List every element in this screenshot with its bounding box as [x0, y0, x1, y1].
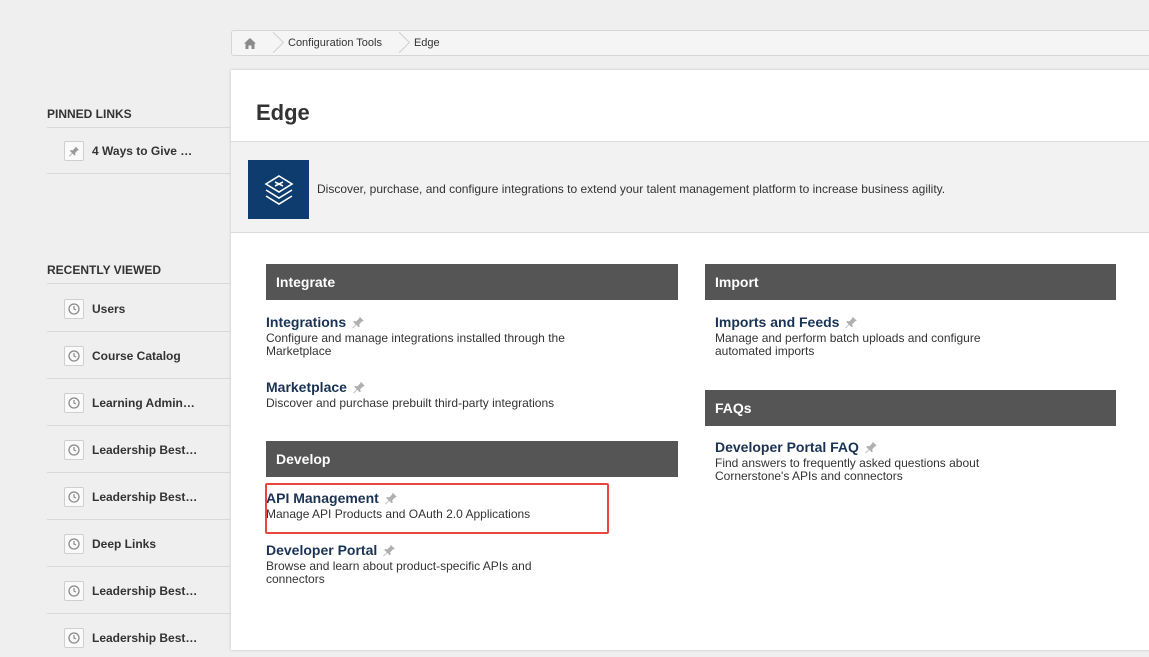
- recent-item-label: Leadership Best…: [92, 630, 198, 645]
- recent-item-users[interactable]: Users: [47, 286, 230, 332]
- section-header-integrate: Integrate: [266, 264, 678, 300]
- clock-icon: [64, 392, 84, 413]
- recent-item-deep-links[interactable]: Deep Links: [47, 521, 230, 567]
- breadcrumb-edge: Edge: [413, 37, 440, 49]
- recent-item-leadership-best[interactable]: Leadership Best…: [47, 474, 230, 520]
- link-block-developer-portal: Developer Portal Browse and learn about …: [266, 542, 678, 586]
- developer-portal-faq-link[interactable]: Developer Portal FAQ: [715, 439, 1115, 455]
- pin-icon[interactable]: [843, 315, 859, 329]
- recent-item-leadership-best[interactable]: Leadership Best…: [47, 568, 230, 614]
- link-block-marketplace: Marketplace Discover and purchase prebui…: [266, 379, 678, 410]
- recent-item-learning-admin[interactable]: Learning Admin…: [47, 380, 230, 426]
- layers-icon: [248, 160, 309, 219]
- recently-viewed-heading: RECENTLY VIEWED: [47, 263, 230, 284]
- clock-icon: [64, 345, 84, 366]
- link-block-developer-portal-faq: Developer Portal FAQ Find answers to fre…: [715, 439, 1115, 483]
- developer-portal-faq-description: Find answers to frequently asked questio…: [715, 456, 980, 483]
- imports-and-feeds-description: Manage and perform batch uploads and con…: [715, 331, 981, 358]
- recent-item-label: Leadership Best…: [92, 442, 198, 457]
- recent-item-course-catalog[interactable]: Course Catalog: [47, 333, 230, 379]
- pin-icon[interactable]: [863, 440, 879, 454]
- pinned-link-label: 4 Ways to Give …: [92, 143, 193, 158]
- integrations-link[interactable]: Integrations: [266, 314, 678, 330]
- recent-item-label: Users: [92, 301, 126, 316]
- recent-item-label: Deep Links: [92, 536, 157, 551]
- clock-icon: [64, 439, 84, 460]
- recent-item-label: Learning Admin…: [92, 395, 195, 410]
- recent-item-leadership-best[interactable]: Leadership Best…: [47, 427, 230, 473]
- recent-item-label: Course Catalog: [92, 348, 181, 363]
- pinned-links-heading: PINNED LINKS: [47, 107, 230, 128]
- section-header-import: Import: [705, 264, 1116, 300]
- section-header-faqs: FAQs: [705, 390, 1116, 426]
- integrations-description: Configure and manage integrations instal…: [266, 331, 565, 358]
- link-block-integrations: Integrations Configure and manage integr…: [266, 314, 678, 358]
- breadcrumb: Configuration Tools Edge: [231, 30, 1149, 56]
- pin-icon: [64, 140, 84, 161]
- marketplace-link[interactable]: Marketplace: [266, 379, 678, 395]
- marketplace-description: Discover and purchase prebuilt third-par…: [266, 396, 555, 410]
- breadcrumb-separator: [268, 31, 278, 55]
- main-panel: Edge Discover, purchase, and configure i…: [231, 70, 1149, 650]
- clock-icon: [64, 627, 84, 648]
- pin-icon[interactable]: [351, 380, 367, 394]
- recent-item-label: Leadership Best…: [92, 489, 198, 504]
- api-management-description: Manage API Products and OAuth 2.0 Applic…: [266, 507, 531, 521]
- breadcrumb-configuration-tools[interactable]: Configuration Tools: [278, 37, 394, 49]
- recent-item-label: Leadership Best…: [92, 583, 198, 598]
- pin-icon[interactable]: [383, 491, 399, 505]
- pinned-link-item[interactable]: 4 Ways to Give …: [47, 128, 230, 174]
- pin-icon[interactable]: [381, 543, 397, 557]
- clock-icon: [64, 298, 84, 319]
- breadcrumb-separator: [394, 31, 404, 55]
- section-header-develop: Develop: [266, 441, 678, 477]
- imports-and-feeds-link[interactable]: Imports and Feeds: [715, 314, 1115, 330]
- banner-text: Discover, purchase, and configure integr…: [317, 182, 946, 196]
- info-banner: Discover, purchase, and configure integr…: [231, 141, 1149, 233]
- clock-icon: [64, 580, 84, 601]
- clock-icon: [64, 533, 84, 554]
- page-title: Edge: [256, 100, 310, 125]
- pin-icon[interactable]: [350, 315, 366, 329]
- developer-portal-description: Browse and learn about product-specific …: [266, 559, 532, 586]
- api-management-link[interactable]: API Management: [266, 490, 678, 506]
- link-block-imports-and-feeds: Imports and Feeds Manage and perform bat…: [715, 314, 1115, 358]
- link-block-api-management: API Management Manage API Products and O…: [266, 490, 678, 521]
- clock-icon: [64, 486, 84, 507]
- developer-portal-link[interactable]: Developer Portal: [266, 542, 678, 558]
- recent-item-leadership-best[interactable]: Leadership Best…: [47, 615, 230, 657]
